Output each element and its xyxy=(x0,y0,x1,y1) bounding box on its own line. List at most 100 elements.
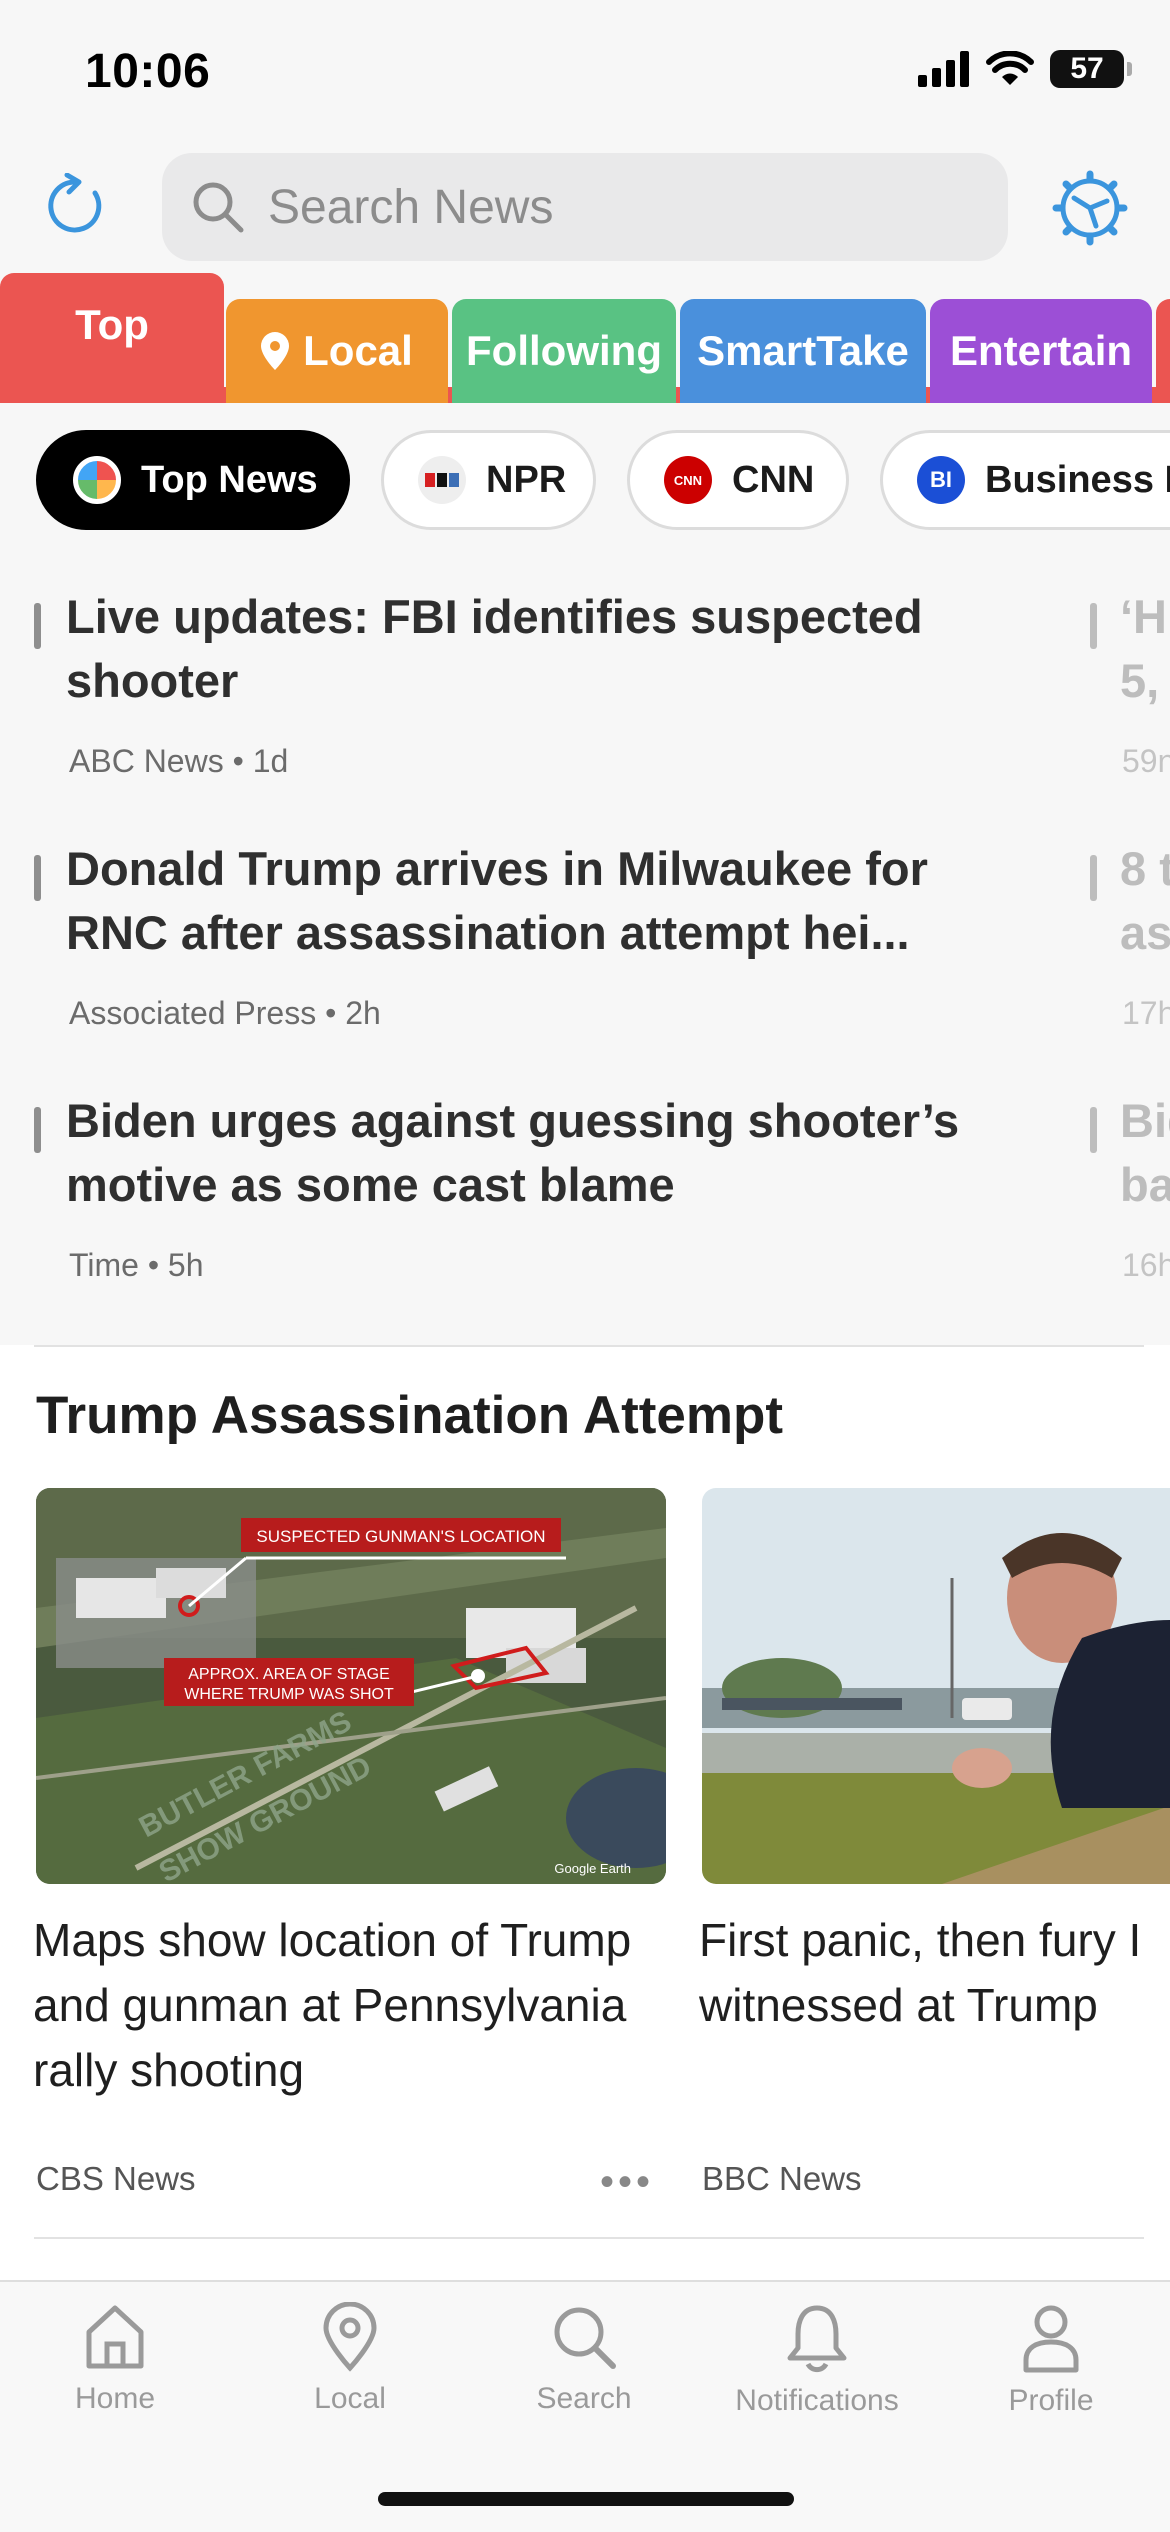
headline-peek-meta: 17h xyxy=(1122,995,1170,1031)
headline-meta: Associated Press • 2h xyxy=(69,995,381,1031)
tab-following[interactable]: Following xyxy=(452,299,676,403)
headline-peek-meta: 59n xyxy=(1122,743,1170,779)
tab-top[interactable]: Top xyxy=(0,273,224,403)
story-image-photo[interactable] xyxy=(702,1488,1170,1884)
headline-peek[interactable]: 8 t as 17h xyxy=(1090,837,1170,1032)
bell-icon xyxy=(787,2305,847,2373)
tab-following-label: Following xyxy=(466,327,662,374)
tab-next-peek[interactable] xyxy=(1156,299,1170,403)
refresh-button[interactable] xyxy=(40,170,112,242)
search-input[interactable]: Search News xyxy=(162,153,1008,261)
headline-peek-line1: ‘H xyxy=(1120,590,1167,643)
headline-title: Donald Trump arrives in Milwaukee for RN… xyxy=(66,842,928,959)
headline-age: 5h xyxy=(167,1247,204,1283)
headline-peek[interactable]: ‘H 5, 59n xyxy=(1090,585,1170,780)
map-label-gunman: SUSPECTED GUNMAN'S LOCATION xyxy=(256,1527,545,1546)
gear-icon xyxy=(1052,170,1128,246)
section-divider-top xyxy=(34,1345,1144,1347)
headline-peek-line1: 8 t xyxy=(1120,842,1170,895)
tab-local-label: Local xyxy=(303,327,413,374)
headline-marker xyxy=(34,1107,41,1153)
headline-title: Biden urges against guessing shooter’s m… xyxy=(66,1094,960,1211)
headline-meta: Time • 5h xyxy=(69,1247,204,1283)
npr-logo-icon xyxy=(418,456,466,504)
tab-smarttake[interactable]: SmartTake xyxy=(680,299,926,403)
headline-title: Live updates: FBI identifies suspected s… xyxy=(66,590,923,707)
tabbar-notifications-label: Notifications xyxy=(735,2384,899,2417)
tabbar-local[interactable]: Local xyxy=(240,2302,460,2416)
search-placeholder: Search News xyxy=(268,180,554,234)
section-title[interactable]: Trump Assassination Attempt xyxy=(36,1385,783,1446)
headline-peek[interactable]: Bid ba 16h xyxy=(1090,1089,1170,1284)
headline-item[interactable]: Donald Trump arrives in Milwaukee for RN… xyxy=(34,837,994,1032)
home-icon xyxy=(86,2305,144,2369)
map-credit: Google Earth xyxy=(554,1861,631,1876)
headline-marker xyxy=(1090,603,1097,649)
pill-npr-label: NPR xyxy=(486,458,567,501)
headline-source: Associated Press xyxy=(69,995,317,1031)
story-source: BBC News xyxy=(702,2160,862,2197)
headline-item[interactable]: Live updates: FBI identifies suspected s… xyxy=(34,585,994,780)
headline-source: ABC News xyxy=(69,743,224,779)
tab-top-label: Top xyxy=(75,301,149,348)
status-bar: 10:06 57 xyxy=(0,0,1170,140)
section-divider-bottom xyxy=(34,2237,1144,2239)
search-icon xyxy=(193,182,244,233)
tab-entertainment[interactable]: Entertain xyxy=(930,299,1152,403)
tab-local[interactable]: Local xyxy=(226,299,448,403)
pill-cnn-label: CNN xyxy=(732,458,815,501)
headline-marker xyxy=(34,855,41,901)
map-label-stage-2: WHERE TRUMP WAS SHOT xyxy=(184,1686,394,1703)
tabbar-home[interactable]: Home xyxy=(5,2302,225,2416)
headline-peek-line2: ba xyxy=(1120,1158,1170,1211)
story-title[interactable]: Maps show location of Trump and gunman a… xyxy=(33,1908,673,2103)
status-time: 10:06 xyxy=(85,45,211,98)
settings-button[interactable] xyxy=(1052,170,1128,246)
headline-peek-line2: 5, xyxy=(1120,654,1160,707)
cnn-logo-icon: CNN xyxy=(664,456,712,504)
tabbar-profile[interactable]: Profile xyxy=(941,2302,1161,2418)
more-options-button[interactable]: ••• xyxy=(600,2160,654,2205)
tabbar-profile-label: Profile xyxy=(1008,2384,1094,2417)
headline-age: 1d xyxy=(252,743,289,779)
category-tabs: Top Local Following SmartTake Entertain xyxy=(0,273,1170,403)
pill-business-insider[interactable]: BI Business In xyxy=(880,430,1170,530)
tabbar-notifications[interactable]: Notifications xyxy=(707,2302,927,2418)
tabbar-local-label: Local xyxy=(314,2382,386,2415)
headline-marker xyxy=(1090,1107,1097,1153)
business-insider-logo-icon: BI xyxy=(917,456,965,504)
home-indicator[interactable] xyxy=(378,2492,794,2506)
headline-item[interactable]: Biden urges against guessing shooter’s m… xyxy=(34,1089,994,1284)
headline-meta: ABC News • 1d xyxy=(69,743,289,779)
source-pills: Top News NPR CNN CNN BI Business In xyxy=(0,430,1170,530)
location-pin-icon xyxy=(261,332,290,370)
headline-marker xyxy=(34,603,41,649)
headline-marker xyxy=(1090,855,1097,901)
story-image-map[interactable]: SUSPECTED GUNMAN'S LOCATION APPROX. AREA… xyxy=(36,1488,666,1884)
location-pin-icon xyxy=(323,2302,377,2372)
tabbar-search-label: Search xyxy=(536,2382,632,2415)
status-icons: 57 xyxy=(918,50,1132,88)
battery-icon: 57 xyxy=(1050,50,1132,88)
person-icon xyxy=(1023,2305,1079,2373)
top-news-logo-icon xyxy=(73,456,121,504)
headline-source: Time xyxy=(69,1247,139,1283)
headline-peek-line1: Bid xyxy=(1120,1094,1170,1147)
pill-business-insider-label: Business In xyxy=(985,458,1170,501)
signal-icon xyxy=(918,51,969,87)
pill-top-news[interactable]: Top News xyxy=(36,430,350,530)
search-icon xyxy=(554,2307,616,2369)
headline-list: Live updates: FBI identifies suspected s… xyxy=(0,585,1170,1345)
headline-peek-meta: 16h xyxy=(1122,1247,1170,1283)
pill-cnn[interactable]: CNN CNN xyxy=(627,430,849,530)
topic-section: Trump Assassination Attempt SUSPECTED GU… xyxy=(0,1345,1170,2280)
headline-age: 2h xyxy=(345,995,381,1031)
pill-top-news-label: Top News xyxy=(141,458,318,501)
story-source: CBS News xyxy=(36,2160,196,2197)
tabbar-search[interactable]: Search xyxy=(474,2302,694,2416)
headline-peek-line2: as xyxy=(1120,906,1170,959)
story-title[interactable]: First panic, then fury I witnessed at Tr… xyxy=(699,1908,1170,2038)
pill-npr[interactable]: NPR xyxy=(381,430,596,530)
tab-smarttake-label: SmartTake xyxy=(697,327,909,374)
map-label-stage-1: APPROX. AREA OF STAGE xyxy=(188,1666,390,1683)
